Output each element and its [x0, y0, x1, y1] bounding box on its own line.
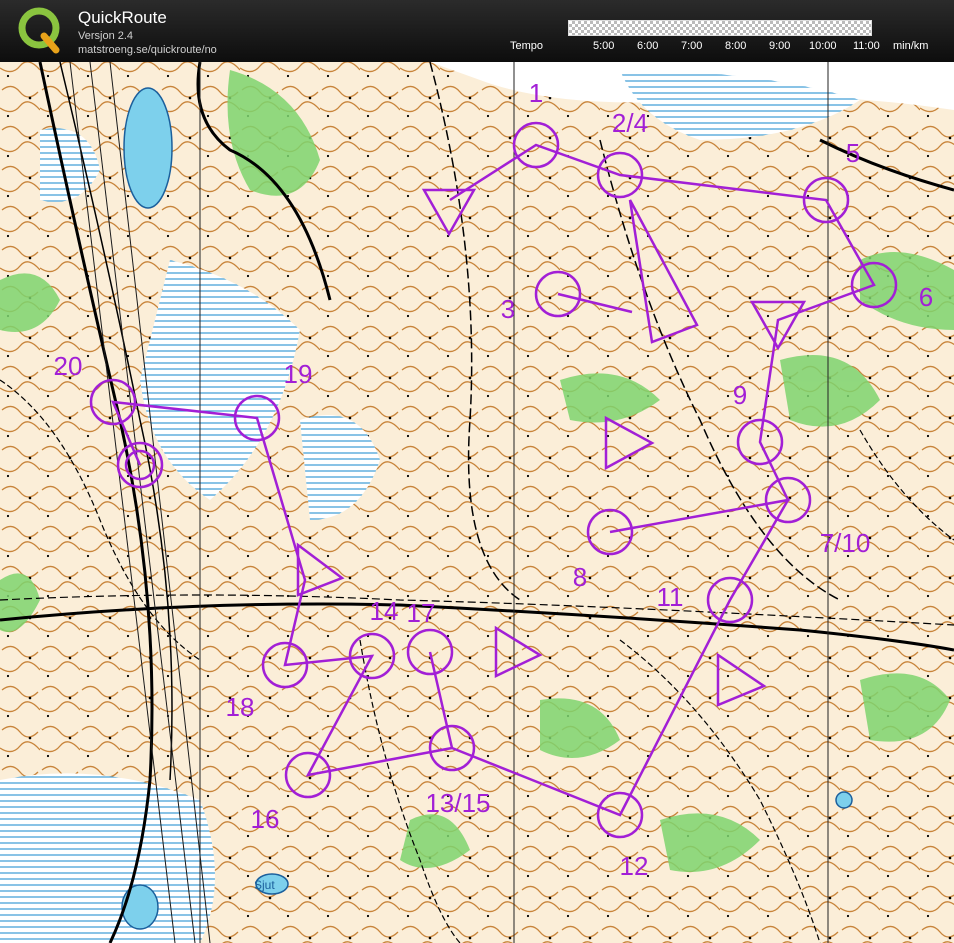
app-header: QuickRoute Versjon 2.4 matstroeng.se/qui…	[0, 0, 954, 62]
control-number-label: 20	[54, 351, 83, 381]
lake-label: Sjut	[254, 878, 275, 892]
tempo-tick: 11:00	[853, 40, 880, 52]
control-number-label: 18	[226, 692, 255, 722]
control-number-label: 9	[733, 380, 747, 410]
tempo-tick: 8:00	[725, 40, 747, 52]
control-number-label: 19	[284, 359, 313, 389]
control-number-label: 14	[370, 596, 399, 626]
control-number-label: 7/10	[820, 528, 871, 558]
tempo-tick: 9:00	[769, 40, 791, 52]
tempo-tick: 6:00	[637, 40, 659, 52]
app-title: QuickRoute	[78, 8, 167, 27]
tempo-tick: 10:00	[809, 40, 837, 52]
tempo-tick: 5:00	[593, 40, 615, 52]
quickroute-logo-icon	[16, 6, 62, 54]
control-number-label: 11	[657, 582, 684, 612]
control-number-label: 5	[846, 138, 860, 168]
tempo-color-scale	[568, 20, 872, 36]
control-number-label: 8	[573, 562, 587, 592]
control-number-label: 1	[529, 78, 543, 108]
control-number-label: 16	[251, 804, 280, 834]
tempo-label: Tempo	[510, 40, 544, 52]
app-version: Versjon 2.4	[78, 30, 134, 42]
control-number-label: 17	[407, 598, 436, 628]
tempo-unit: min/km	[893, 40, 929, 52]
control-number-label: 6	[919, 282, 933, 312]
tempo-tick: 7:00	[681, 40, 703, 52]
control-number-label: 13/15	[425, 788, 490, 818]
app-url[interactable]: matstroeng.se/quickroute/no	[78, 44, 217, 56]
control-number-label: 2/4	[612, 108, 648, 138]
orienteering-map[interactable]: Sjut 1 2/4 3 5 6 9 7/10 8 11 12 13/15 14…	[0, 62, 954, 943]
control-number-label: 3	[501, 294, 515, 324]
control-number-label: 12	[620, 851, 649, 881]
